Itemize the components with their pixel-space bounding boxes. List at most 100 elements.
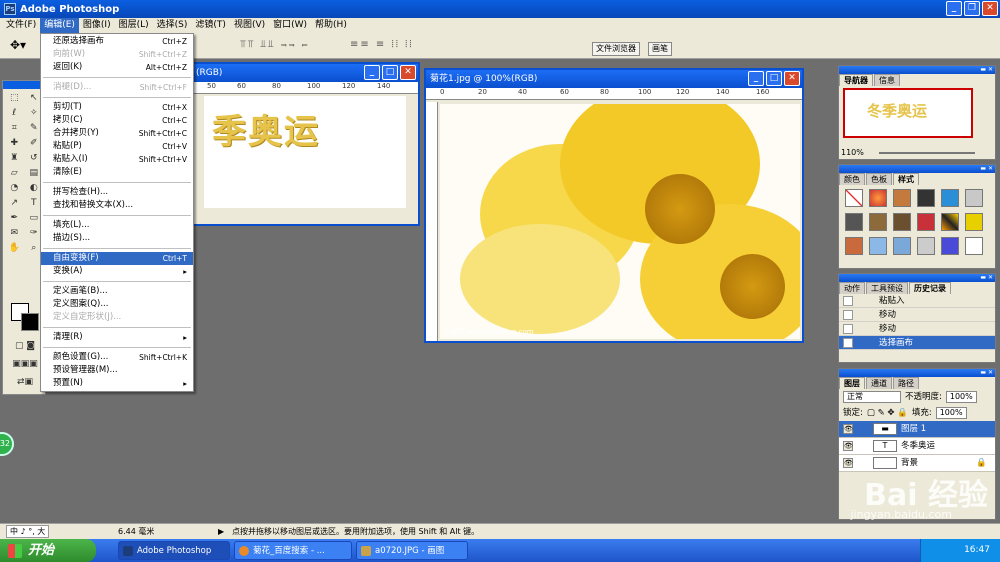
history-item-selected[interactable]: 选择画布 <box>839 336 995 350</box>
edit-menu-item[interactable]: 返回(K) Alt+Ctrl+Z <box>41 61 193 74</box>
style-swatch[interactable] <box>917 237 935 255</box>
style-swatch[interactable] <box>893 237 911 255</box>
eraser-tool-icon[interactable]: ▱ <box>5 166 24 180</box>
style-swatch[interactable] <box>869 237 887 255</box>
marquee-tool-icon[interactable]: ⬚ <box>5 91 24 105</box>
ime-bar[interactable]: 中 ♪ °, 大 <box>6 525 50 538</box>
edit-menu-item[interactable]: 定义画笔(B)... <box>41 285 193 298</box>
blur-tool-icon[interactable]: ◔ <box>5 181 24 195</box>
layer-row[interactable]: 👁 ▬ 图层 1 <box>839 421 995 438</box>
tab-tool-presets[interactable]: 工具预设 <box>866 282 908 294</box>
blend-mode-select[interactable]: 正常 <box>843 391 901 403</box>
tab-actions[interactable]: 动作 <box>839 282 865 294</box>
style-swatch[interactable] <box>845 237 863 255</box>
edit-menu-item[interactable]: 粘贴(P) Ctrl+V <box>41 140 193 153</box>
tab-color[interactable]: 颜色 <box>839 173 865 185</box>
edit-menu-item[interactable]: 还原选择画布 Ctrl+Z <box>41 35 193 48</box>
style-swatch[interactable] <box>869 213 887 231</box>
close-icon[interactable]: ✕ <box>982 1 998 16</box>
style-swatch[interactable] <box>941 237 959 255</box>
edit-menu-item[interactable]: 拷贝(C) Ctrl+C <box>41 114 193 127</box>
fill-input[interactable]: 100% <box>935 407 967 419</box>
doc2-canvas[interactable]: 全景网 www.quanjing.com <box>440 104 800 339</box>
history-item[interactable]: 移动 <box>839 308 995 322</box>
menu-filter[interactable]: 滤镜(T) <box>191 18 230 33</box>
taskbar-browser[interactable]: 菊花_百度搜索 - ... <box>234 541 352 560</box>
edit-menu-item[interactable]: 清除(E) <box>41 166 193 179</box>
start-button[interactable]: 开始 <box>0 539 96 562</box>
edit-menu-item[interactable]: 拼写检查(H)... <box>41 186 193 199</box>
menu-help[interactable]: 帮助(H) <box>311 18 351 33</box>
navigator-zoom[interactable]: 110% <box>841 148 864 157</box>
edit-menu-item[interactable]: 剪切(T) Ctrl+X <box>41 101 193 114</box>
edit-menu-item[interactable]: 定义图案(Q)... <box>41 298 193 311</box>
minimize-icon[interactable]: _ <box>946 1 962 16</box>
crop-tool-icon[interactable]: ⌗ <box>5 121 24 135</box>
style-swatch[interactable] <box>893 213 911 231</box>
style-swatch[interactable] <box>941 213 959 231</box>
menu-layer[interactable]: 图层(L) <box>115 18 153 33</box>
background-color[interactable] <box>21 313 39 331</box>
tab-styles[interactable]: 样式 <box>893 173 919 185</box>
eye-icon[interactable]: 👁 <box>843 441 853 451</box>
jump-to-imageready-icon[interactable]: ⇄▣ <box>7 375 43 389</box>
history-item[interactable]: 粘贴入 <box>839 294 995 308</box>
edit-menu-item[interactable]: 清理(R) ▸ <box>41 331 193 344</box>
style-swatch[interactable] <box>893 189 911 207</box>
doc1-minimize-icon[interactable]: _ <box>364 65 380 80</box>
history-item[interactable]: 移动 <box>839 322 995 336</box>
style-swatch[interactable] <box>917 213 935 231</box>
style-swatch[interactable] <box>917 189 935 207</box>
edit-menu-item[interactable]: 自由变换(F) Ctrl+T <box>41 252 193 265</box>
lasso-tool-icon[interactable]: ℓ <box>5 106 24 120</box>
screen-mode-icon[interactable]: ▣▣▣ <box>7 357 43 371</box>
edit-menu-item[interactable]: 预置(N) ▸ <box>41 377 193 390</box>
clock[interactable]: 16:47 <box>964 545 990 555</box>
eye-icon[interactable]: 👁 <box>843 424 853 434</box>
status-arrow-icon[interactable]: ▶ <box>218 524 224 539</box>
edit-menu-item[interactable]: 粘贴入(I) Shift+Ctrl+V <box>41 153 193 166</box>
tab-history[interactable]: 历史记录 <box>909 282 951 294</box>
healing-tool-icon[interactable]: ✚ <box>5 136 24 150</box>
pen-tool-icon[interactable]: ✒ <box>5 211 24 225</box>
document-window-1[interactable]: (RGB) _ □ ✕ 50 60 80 100 120 140 季奥运 <box>190 62 420 226</box>
navigator-thumbnail[interactable]: 冬季奥运 <box>843 88 973 138</box>
menu-image[interactable]: 图像(I) <box>79 18 115 33</box>
doc2-maximize-icon[interactable]: □ <box>766 71 782 86</box>
edit-menu-item[interactable]: 合并拷贝(Y) Shift+Ctrl+C <box>41 127 193 140</box>
tab-info[interactable]: 信息 <box>874 74 900 86</box>
doc2-close-icon[interactable]: ✕ <box>784 71 800 86</box>
opacity-input[interactable]: 100% <box>945 391 977 403</box>
doc2-minimize-icon[interactable]: _ <box>748 71 764 86</box>
doc2-titlebar[interactable]: 菊花1.jpg @ 100%(RGB) _ □ ✕ <box>426 70 802 88</box>
tab-swatches[interactable]: 色板 <box>866 173 892 185</box>
taskbar-photoshop[interactable]: Adobe Photoshop <box>118 541 230 560</box>
style-swatch[interactable] <box>965 189 983 207</box>
distribute-icons[interactable]: ≡≡ ≡ ⦙⦙ ⦙⦙ <box>350 39 414 50</box>
navigator-zoom-slider[interactable] <box>879 152 975 154</box>
edit-menu-item[interactable]: 填充(L)... <box>41 219 193 232</box>
restore-icon[interactable]: ❐ <box>964 1 980 16</box>
doc1-canvas[interactable]: 季奥运 <box>204 96 406 208</box>
quickmask-icon[interactable]: ▢ ◙ <box>7 339 43 353</box>
edit-menu-item[interactable]: 颜色设置(G)... Shift+Ctrl+K <box>41 351 193 364</box>
tab-brushes[interactable]: 画笔 <box>648 42 672 56</box>
menu-view[interactable]: 视图(V) <box>230 18 269 33</box>
eye-icon[interactable]: 👁 <box>843 458 853 468</box>
move-tool-icon[interactable]: ✥▾ <box>10 38 26 52</box>
edit-menu-item[interactable]: 查找和替换文本(X)... <box>41 199 193 212</box>
style-swatch[interactable] <box>845 213 863 231</box>
doc1-titlebar[interactable]: (RGB) _ □ ✕ <box>192 64 418 82</box>
lock-icons[interactable]: ▢ ✎ ✥ 🔒 <box>867 405 908 421</box>
tab-navigator[interactable]: 导航器 <box>839 74 873 86</box>
edit-menu-item[interactable]: 描边(S)... <box>41 232 193 245</box>
tab-channels[interactable]: 通道 <box>866 377 892 389</box>
menu-window[interactable]: 窗口(W) <box>269 18 311 33</box>
hand-tool-icon[interactable]: ✋ <box>5 241 24 255</box>
style-swatch[interactable] <box>965 213 983 231</box>
taskbar-paint[interactable]: a0720.JPG - 画图 <box>356 541 468 560</box>
stamp-tool-icon[interactable]: ♜ <box>5 151 24 165</box>
style-swatch[interactable] <box>845 189 863 207</box>
doc1-maximize-icon[interactable]: □ <box>382 65 398 80</box>
doc1-close-icon[interactable]: ✕ <box>400 65 416 80</box>
